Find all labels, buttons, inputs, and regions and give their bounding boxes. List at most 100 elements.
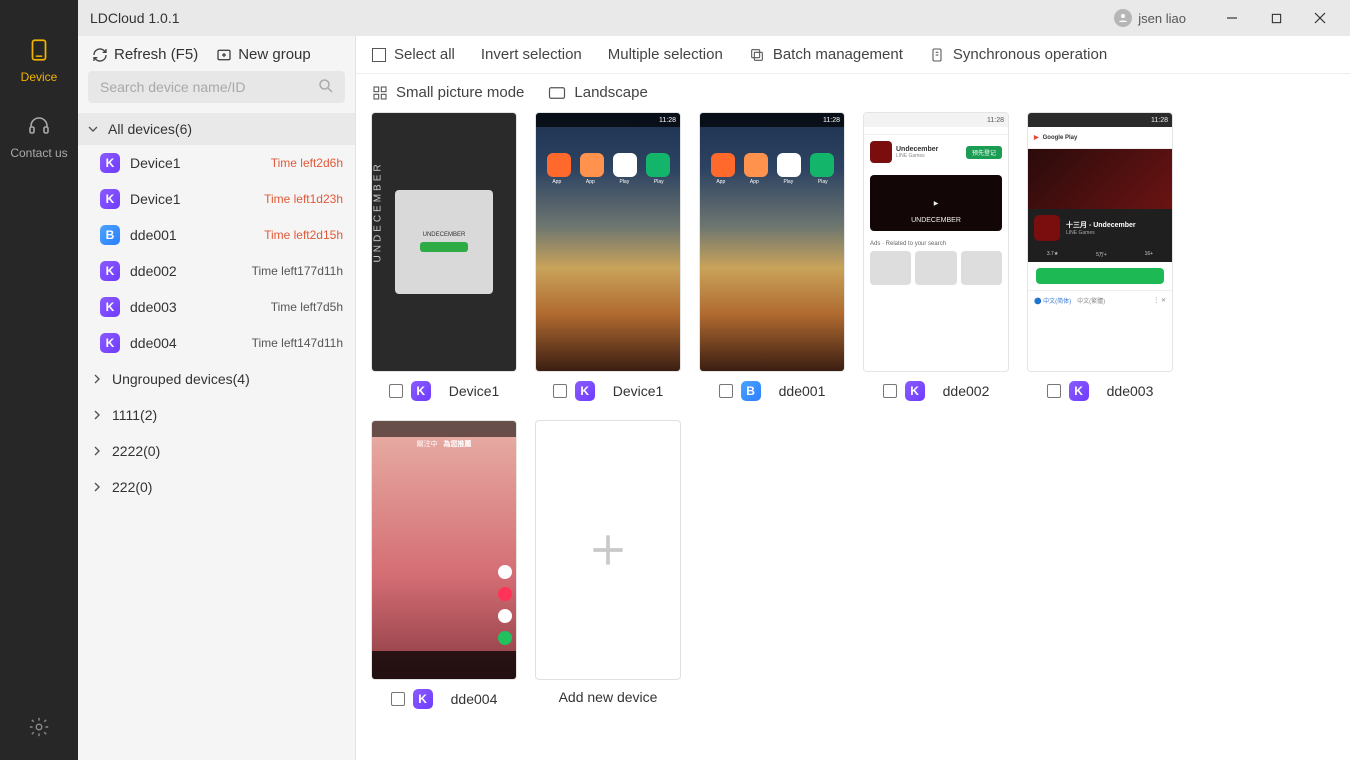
device-badge-icon: K: [1069, 381, 1089, 401]
new-group-icon: [216, 47, 232, 63]
device-name-label: Device1: [130, 155, 271, 171]
landscape-icon: [548, 86, 566, 100]
device-badge-icon: K: [100, 261, 120, 281]
device-group[interactable]: 2222(0): [78, 433, 355, 469]
time-left-label: Time left7d5h: [271, 300, 343, 314]
headset-icon: [25, 112, 53, 140]
device-card[interactable]: 11:28 ←undecember UndecemberLINE Games 预…: [864, 113, 1008, 401]
minimize-icon: [1226, 12, 1238, 24]
device-badge-icon: K: [100, 153, 120, 173]
chevron-right-icon: [92, 446, 104, 456]
device-thumbnail[interactable]: 關注中 為您推薦: [372, 421, 516, 679]
batch-icon: [749, 47, 765, 63]
device-checkbox[interactable]: [553, 384, 567, 398]
sync-icon: [929, 47, 945, 63]
device-name-label: dde002: [130, 263, 252, 279]
device-name-label: Device1: [130, 191, 264, 207]
gear-icon: [28, 716, 50, 738]
device-badge-icon: K: [100, 297, 120, 317]
batch-management-button[interactable]: Batch management: [749, 46, 903, 63]
device-list-item[interactable]: K dde002 Time left177d11h: [78, 253, 355, 289]
invert-selection-button[interactable]: Invert selection: [481, 46, 582, 63]
device-group[interactable]: Ungrouped devices(4): [78, 361, 355, 397]
time-left-label: Time left177d11h: [252, 264, 343, 278]
device-card[interactable]: 11:28 AppAppPlayPlay B dde001: [700, 113, 844, 401]
group-label: 1111(2): [112, 407, 157, 423]
device-list-item[interactable]: K dde004 Time left147d11h: [78, 325, 355, 361]
all-devices-label: All devices(6): [108, 121, 192, 137]
chevron-down-icon: [88, 124, 100, 134]
device-checkbox[interactable]: [391, 692, 405, 706]
nav-device-label: Device: [21, 70, 58, 84]
avatar-icon: [1114, 9, 1132, 27]
content-area: Select all Invert selection Multiple sel…: [356, 36, 1350, 760]
grid-icon: [372, 85, 388, 101]
new-group-button[interactable]: New group: [216, 46, 311, 63]
add-device-thumbnail[interactable]: [536, 421, 680, 679]
device-card-label: dde003: [1107, 383, 1154, 399]
sync-operation-button[interactable]: Synchronous operation: [929, 46, 1107, 63]
time-left-label: Time left2d6h: [271, 156, 343, 170]
time-left-label: Time left2d15h: [264, 228, 343, 242]
multiple-selection-button[interactable]: Multiple selection: [608, 46, 723, 63]
app-title: LDCloud 1.0.1: [90, 10, 180, 26]
device-list-item[interactable]: B dde001 Time left2d15h: [78, 217, 355, 253]
all-devices-group[interactable]: All devices(6): [78, 113, 355, 145]
device-thumbnail[interactable]: 11:28 ←undecember UndecemberLINE Games 预…: [864, 113, 1008, 371]
search-input[interactable]: [88, 71, 345, 103]
small-picture-mode-button[interactable]: Small picture mode: [372, 84, 524, 101]
device-icon: [25, 36, 53, 64]
device-group[interactable]: 1111(2): [78, 397, 355, 433]
device-card-label: dde004: [451, 691, 498, 707]
device-card-label: Device1: [449, 383, 500, 399]
device-list-item[interactable]: K dde003 Time left7d5h: [78, 289, 355, 325]
refresh-label: Refresh (F5): [114, 46, 198, 63]
device-badge-icon: B: [741, 381, 761, 401]
device-group[interactable]: 222(0): [78, 469, 355, 505]
settings-button[interactable]: [28, 716, 50, 738]
toolbar-primary: Select all Invert selection Multiple sel…: [356, 36, 1350, 74]
nav-rail: Device Contact us: [0, 0, 78, 760]
device-checkbox[interactable]: [1047, 384, 1061, 398]
device-badge-icon: K: [905, 381, 925, 401]
device-checkbox[interactable]: [719, 384, 733, 398]
device-card[interactable]: 11:28 AppAppPlayPlay K Device1: [536, 113, 680, 401]
nav-contact[interactable]: Contact us: [10, 112, 67, 160]
window-close[interactable]: [1298, 0, 1342, 36]
chevron-right-icon: [92, 374, 104, 384]
device-thumbnail[interactable]: 11:28 AppAppPlayPlay: [700, 113, 844, 371]
window-minimize[interactable]: [1210, 0, 1254, 36]
select-all-button[interactable]: Select all: [372, 46, 455, 63]
device-badge-icon: K: [411, 381, 431, 401]
device-badge-icon: K: [413, 689, 433, 709]
device-list-item[interactable]: K Device1 Time left1d23h: [78, 181, 355, 217]
maximize-icon: [1271, 13, 1282, 24]
device-thumbnail[interactable]: UNDECEMBERUNDECEMBER: [372, 113, 516, 371]
device-card-label: dde001: [779, 383, 826, 399]
title-bar: LDCloud 1.0.1 jsen liao: [78, 0, 1350, 36]
device-card[interactable]: 關注中 為您推薦 K dde004: [372, 421, 516, 709]
device-list-item[interactable]: K Device1 Time left2d6h: [78, 145, 355, 181]
add-device-card[interactable]: Add new device: [536, 421, 680, 709]
device-thumbnail[interactable]: 11:28 AppAppPlayPlay: [536, 113, 680, 371]
plus-icon: [586, 528, 630, 572]
device-checkbox[interactable]: [883, 384, 897, 398]
device-card[interactable]: 11:28 🔒 play.google.com ▶Google Play 十三月…: [1028, 113, 1172, 401]
toolbar-secondary: Small picture mode Landscape: [356, 74, 1350, 107]
device-badge-icon: K: [100, 189, 120, 209]
nav-device[interactable]: Device: [21, 36, 58, 84]
user-account[interactable]: jsen liao: [1114, 9, 1186, 27]
device-thumbnail[interactable]: 11:28 🔒 play.google.com ▶Google Play 十三月…: [1028, 113, 1172, 371]
group-label: Ungrouped devices(4): [112, 371, 250, 387]
window-maximize[interactable]: [1254, 0, 1298, 36]
device-checkbox[interactable]: [389, 384, 403, 398]
refresh-button[interactable]: Refresh (F5): [92, 46, 198, 63]
device-badge-icon: K: [575, 381, 595, 401]
time-left-label: Time left147d11h: [252, 336, 343, 350]
select-all-label: Select all: [394, 46, 455, 63]
close-icon: [1314, 12, 1326, 24]
device-name-label: dde003: [130, 299, 271, 315]
device-card[interactable]: UNDECEMBERUNDECEMBER K Device1: [372, 113, 516, 401]
landscape-button[interactable]: Landscape: [548, 84, 647, 101]
device-name-label: dde001: [130, 227, 264, 243]
